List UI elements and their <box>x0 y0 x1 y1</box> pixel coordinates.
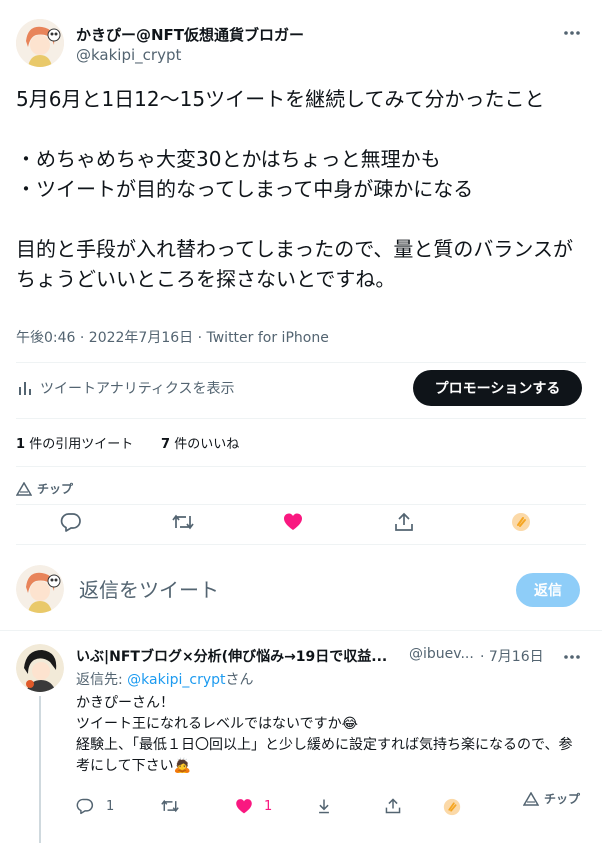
author-avatar[interactable] <box>16 19 64 67</box>
quote-label: 件の引用ツイート <box>29 437 134 452</box>
replying-to-suffix: さん <box>225 672 254 688</box>
tweet-text: 5月6月と1日12〜15ツイートを継続してみて分かったこと ・めちゃめちゃ大変3… <box>16 87 573 291</box>
divider <box>16 418 586 419</box>
reply-reply-count: 1 <box>106 798 115 814</box>
tip-label: チップ <box>37 482 74 496</box>
reply-like-count: 1 <box>264 799 273 814</box>
reply-author-name[interactable]: いぶ|NFTブログ×分析(伸び悩み→19日で収益... <box>76 646 406 666</box>
reply-author-avatar[interactable] <box>16 644 64 692</box>
analytics-icon <box>16 379 34 397</box>
reply-reply-button[interactable]: 1 <box>76 797 114 815</box>
divider <box>16 504 586 505</box>
reply-retweet-icon[interactable] <box>160 797 180 815</box>
analytics-label: ツイートアナリティクスを表示 <box>40 381 235 397</box>
tip-button[interactable]: チップ <box>16 480 73 497</box>
reply-tip-label: チップ <box>544 792 581 806</box>
reply-tip-icon <box>523 791 539 806</box>
reply-submit-button[interactable]: 返信 <box>516 573 580 607</box>
reply-tip-jar-icon[interactable] <box>442 797 462 817</box>
reply-share-icon[interactable] <box>384 797 402 815</box>
promote-label: プロモーションする <box>434 381 561 397</box>
likes-link[interactable]: 7 件のいいね <box>161 433 239 452</box>
more-options-icon[interactable] <box>563 24 581 42</box>
replying-to-prefix: 返信先: <box>76 672 128 688</box>
reply-thread-line <box>39 696 41 843</box>
reply-icon <box>76 797 94 815</box>
like-label: 件のいいね <box>174 437 240 452</box>
like-count: 7 <box>161 437 171 452</box>
tweet-timestamp[interactable]: 午後0:46 · 2022年7月16日 · Twitter for iPhone <box>16 327 329 347</box>
reply-like-heart-icon <box>234 797 254 816</box>
retweet-icon[interactable] <box>171 511 195 533</box>
tweet-analytics-link[interactable]: ツイートアナリティクスを表示 <box>16 376 234 400</box>
divider <box>16 362 586 363</box>
reply-text: かきぴーさん！ ツイート王になれるレベルではないですか😂 経験上、「最低１日〇回… <box>76 695 573 774</box>
tip-icon <box>16 481 32 496</box>
replying-to-handle[interactable]: @kakipi_crypt <box>127 672 225 688</box>
share-icon[interactable] <box>393 511 415 533</box>
divider <box>16 544 586 545</box>
reply-icon[interactable] <box>60 511 82 533</box>
quote-count: 1 <box>16 437 26 452</box>
promote-button[interactable]: プロモーションする <box>413 370 582 406</box>
reply-compose-input[interactable]: 返信をツイート <box>79 575 499 605</box>
author-handle[interactable]: @kakipi_crypt <box>76 46 181 64</box>
replying-to: 返信先: @kakipi_cryptさん <box>76 669 254 689</box>
quote-tweets-link[interactable]: 1 件の引用ツイート <box>16 433 133 452</box>
reply-more-options-icon[interactable] <box>563 648 581 666</box>
reply-author-handle[interactable]: @ibuev... <box>409 646 474 662</box>
reply-submit-label: 返信 <box>534 583 562 599</box>
reply-date[interactable]: · 7月16日 <box>480 646 544 666</box>
divider <box>16 466 586 467</box>
like-heart-icon[interactable] <box>282 511 304 533</box>
author-name[interactable]: かきぴー@NFT仮想通貨ブロガー <box>76 24 304 45</box>
my-avatar[interactable] <box>16 565 64 613</box>
divider <box>0 630 602 631</box>
tip-jar-icon[interactable] <box>510 511 532 533</box>
reply-tip-button[interactable]: チップ <box>523 790 580 807</box>
reply-download-icon[interactable] <box>315 797 333 815</box>
reply-like-button[interactable]: 1 <box>234 797 272 816</box>
